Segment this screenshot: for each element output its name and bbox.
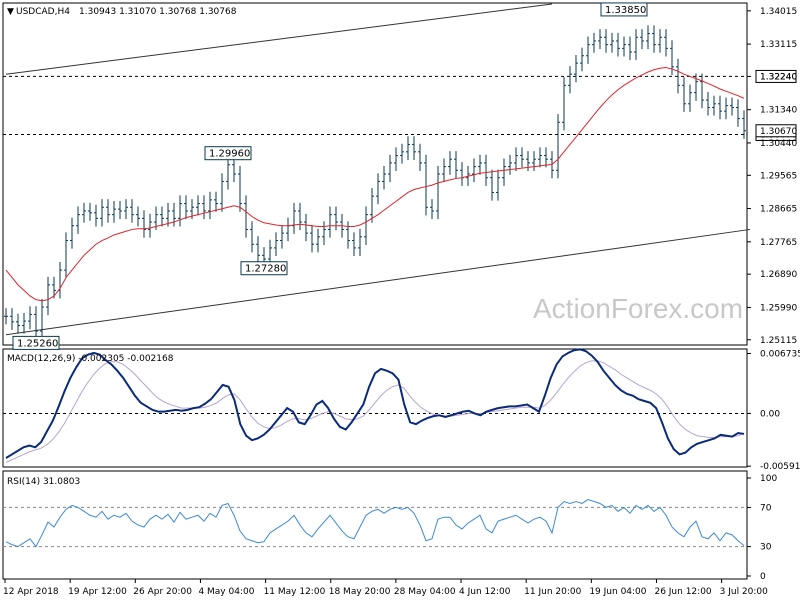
price-axis-label: 1.31340 [760,106,797,116]
price-axis-label: 1.29565 [760,171,797,181]
date-axis-label: 3 Jul 20:00 [720,587,769,597]
price-axis-label: 1.34015 [760,7,797,17]
usdcad-chart: ActionForex.com 1.322401.306701.30670 1.… [2,2,800,597]
price-axis-label: 1.33115 [760,40,797,50]
date-axis-label: 19 Jun 04:00 [589,587,646,597]
current-price-label: 1.30670 [760,127,797,137]
annotation-label: 1.27280 [245,264,286,275]
date-axis-label: 19 Apr 12:00 [68,587,127,597]
symbol-label: USDCAD,H4 [16,7,70,17]
date-axis-label: 26 Jun 12:00 [654,587,711,597]
date-axis-label: 4 Jun 12:00 [459,587,511,597]
date-axis: 12 Apr 2018 19 Apr 12:00 26 Apr 20:00 4 May… [3,579,768,597]
date-axis-label: 11 May 12:00 [264,587,326,597]
macd-axis-label: -0.005919 [760,462,800,472]
price-axis-label: 1.30440 [760,139,797,149]
annotation-label: 1.29960 [209,149,250,160]
date-axis-label: 18 May 20:00 [329,587,391,597]
header-arrow-icon: ▼ [7,7,14,17]
price-axis: 1.34015 1.33115 1.32240 1.31340 1.30440 1.295… [747,7,797,346]
annotation-label: 1.33850 [605,5,646,16]
ohlc-label: 1.30943 1.31070 1.30768 1.30768 [79,7,237,17]
watermark: ActionForex.com [533,293,743,324]
rsi-axis-label: 30 [760,543,772,553]
macd-title: MACD(12,26,9) -0.002305 -0.002168 [7,354,174,364]
annotation-label: 1.25260 [17,338,58,349]
rsi-axis: 100 70 30 0 [747,474,777,582]
price-axis-label: 1.32240 [760,72,797,82]
price-axis-label: 1.27765 [760,238,797,248]
price-axis-label: 1.25115 [760,336,797,346]
macd-axis-label: 0.006735 [760,349,800,359]
price-axis-label: 1.28665 [760,205,797,215]
date-axis-label: 28 May 04:00 [394,587,456,597]
date-axis-label: 12 Apr 2018 [3,587,59,597]
macd-axis: 0.006735 0.00 -0.005919 [747,349,800,472]
rsi-axis-label: 100 [760,474,777,484]
rsi-panel-frame [2,470,748,580]
chart-header: ▼ USDCAD,H4 1.30943 1.31070 1.30768 1.30… [7,7,237,17]
rsi-axis-label: 0 [760,572,766,582]
date-axis-label: 26 Apr 20:00 [133,587,192,597]
date-axis-label: 4 May 04:00 [198,587,254,597]
rsi-title: RSI(14) 31.0803 [7,477,80,487]
macd-axis-label: 0.00 [760,409,780,419]
price-axis-label: 1.26890 [760,270,797,280]
rsi-axis-label: 70 [760,503,772,513]
price-axis-label: 1.25990 [760,303,797,313]
date-axis-label: 11 Jun 20:00 [524,587,581,597]
